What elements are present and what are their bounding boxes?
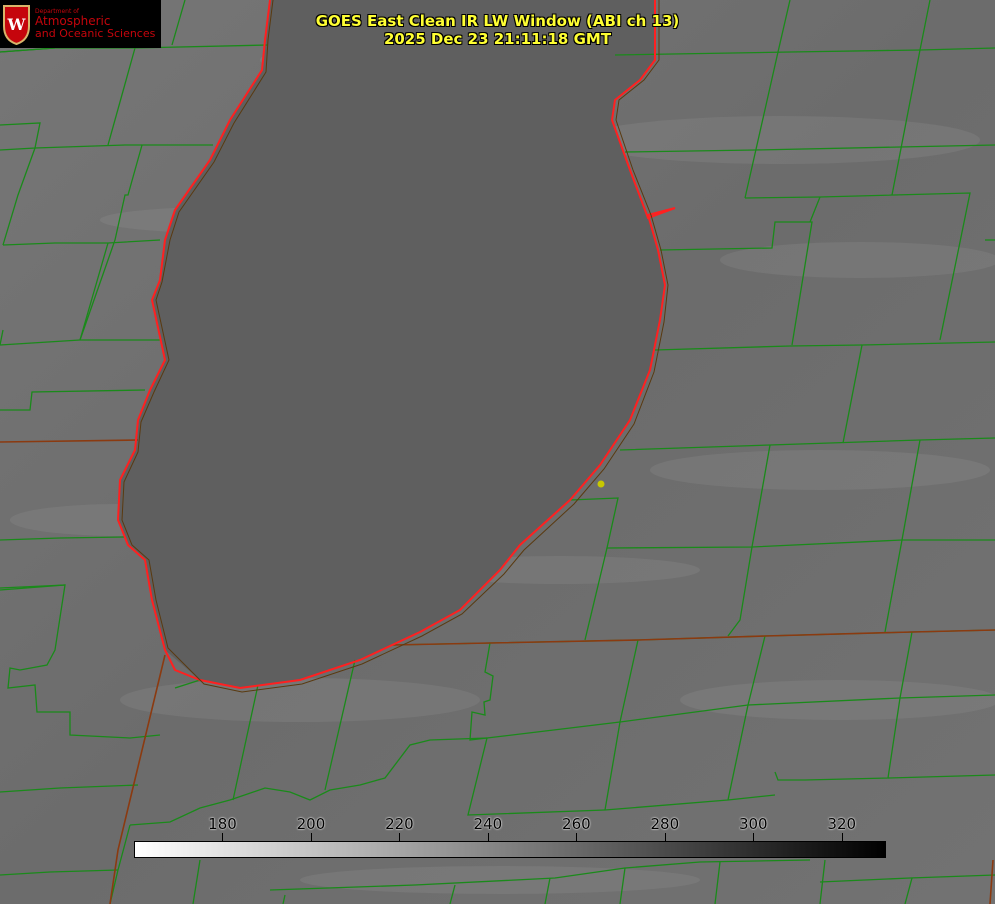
colorbar-tick: [399, 833, 401, 841]
colorbar: [134, 841, 886, 858]
colorbar-tick-label: 220: [385, 815, 414, 833]
station-marker: [597, 480, 605, 488]
colorbar-tick-label: 300: [738, 815, 768, 833]
image-title: GOES East Clean IR LW Window (ABI ch 13): [315, 12, 680, 30]
colorbar-tick: [487, 833, 489, 841]
colorbar-tick: [576, 833, 578, 841]
colorbar-tick: [310, 833, 312, 841]
colorbar-tick-label: 240: [473, 815, 503, 833]
colorbar-tick: [841, 833, 843, 841]
colorbar-tick: [753, 833, 755, 841]
colorbar-tick: [664, 833, 666, 841]
colorbar-tick-label: 320: [827, 815, 857, 833]
colorbar-tick-label: 260: [562, 815, 591, 833]
colorbar-tick-label: 180: [208, 815, 237, 833]
colorbar-tick: [222, 833, 224, 841]
colorbar-tick-label: 200: [296, 815, 326, 833]
colorbar-tick-label: 280: [650, 815, 680, 833]
image-timestamp: 2025 Dec 23 21:11:18 GMT: [383, 30, 612, 48]
satellite-map: [0, 0, 995, 904]
